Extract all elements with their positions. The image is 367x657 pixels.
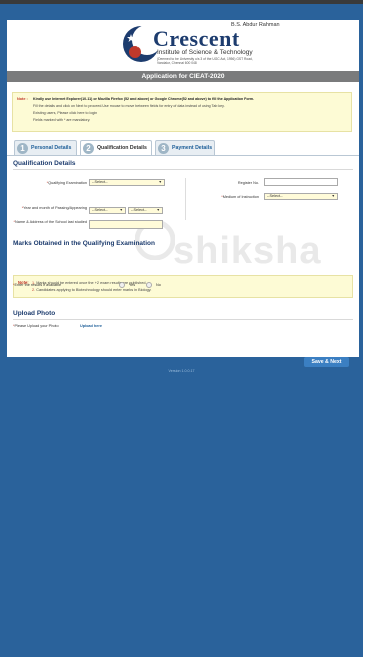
section-divider xyxy=(13,169,353,170)
tab-number: 3 xyxy=(158,143,169,154)
notice-mandatory-line: Fields marked with * are mandatory. xyxy=(33,118,91,122)
marks-heading: Marks Obtained in the Qualifying Examina… xyxy=(13,240,155,247)
page-title: Application for CIEAT-2020 xyxy=(7,71,359,82)
register-no-label: Register No. xyxy=(237,181,259,185)
marks-note-2: 2. Candidates applying to Biotechnology … xyxy=(32,288,152,292)
tab-label: Personal Details xyxy=(31,145,72,151)
results-yes-label: Yes xyxy=(129,283,136,287)
tab-qualification-details[interactable]: 2 Qualification Details xyxy=(80,140,152,155)
application-card: B.S. Abdur Rahman Crescent Institute of … xyxy=(7,20,359,367)
notice-box: Note : Kindly use Internet Explorer(10-1… xyxy=(12,92,352,132)
medium-label: *Medium of Instruction xyxy=(221,195,259,199)
medium-select[interactable]: --Select-- xyxy=(264,193,338,200)
watermark-text: shiksha xyxy=(173,230,322,272)
results-label: *Enter the results if available xyxy=(13,283,62,287)
year-month-label: *Year and month of Passing/Appearing xyxy=(21,206,87,210)
notice-login-line[interactable]: Existing users, Please click here to log… xyxy=(33,111,97,115)
browser-top-strip xyxy=(0,0,363,4)
notice-label: Note : xyxy=(17,97,28,101)
results-yes-radio[interactable] xyxy=(119,282,125,288)
qualifying-exam-label: *Qualifying Examination xyxy=(46,181,87,185)
tab-label: Qualification Details xyxy=(97,145,147,151)
qualifying-exam-select[interactable]: --Select-- xyxy=(89,179,165,186)
brand-deemed-text: (Deemed to be University u/s 3 of the UG… xyxy=(157,57,253,66)
tab-personal-details[interactable]: 1 Personal Details xyxy=(14,140,77,155)
brand-subtitle: Institute of Science & Technology xyxy=(157,49,253,56)
results-no-label: No xyxy=(156,283,161,287)
results-no-radio[interactable] xyxy=(146,282,152,288)
school-address-textarea[interactable] xyxy=(89,220,163,229)
column-divider xyxy=(185,178,186,220)
section-divider xyxy=(13,319,353,320)
marks-note-box: Note: 1. Marks should be entered once th… xyxy=(13,275,353,298)
upload-heading: Upload Photo xyxy=(13,310,56,317)
upload-photo-label: *Please Upload your Photo xyxy=(13,324,59,328)
notice-instruction-line: Fill the details and click on Next to pr… xyxy=(33,104,225,108)
qualification-heading: Qualification Details xyxy=(13,160,76,167)
footer-version: Version 1.0.0.17 xyxy=(168,369,195,373)
tab-number: 1 xyxy=(17,143,28,154)
tab-number: 2 xyxy=(83,143,94,154)
year-select[interactable]: --Select-- xyxy=(89,207,126,214)
tab-payment-details[interactable]: 3 Payment Details xyxy=(155,140,215,155)
upload-here-link[interactable]: Upload here xyxy=(80,324,102,328)
tab-label: Payment Details xyxy=(172,145,213,151)
month-select[interactable]: --Select-- xyxy=(128,207,163,214)
register-no-input[interactable] xyxy=(264,178,338,186)
notice-browser-line: Kindly use Internet Explorer(10-11) or M… xyxy=(33,97,255,101)
school-address-label: *Name & Address of the School last studi… xyxy=(13,220,87,224)
tab-underline xyxy=(7,155,359,156)
save-next-button[interactable]: Save & Next xyxy=(304,357,349,367)
